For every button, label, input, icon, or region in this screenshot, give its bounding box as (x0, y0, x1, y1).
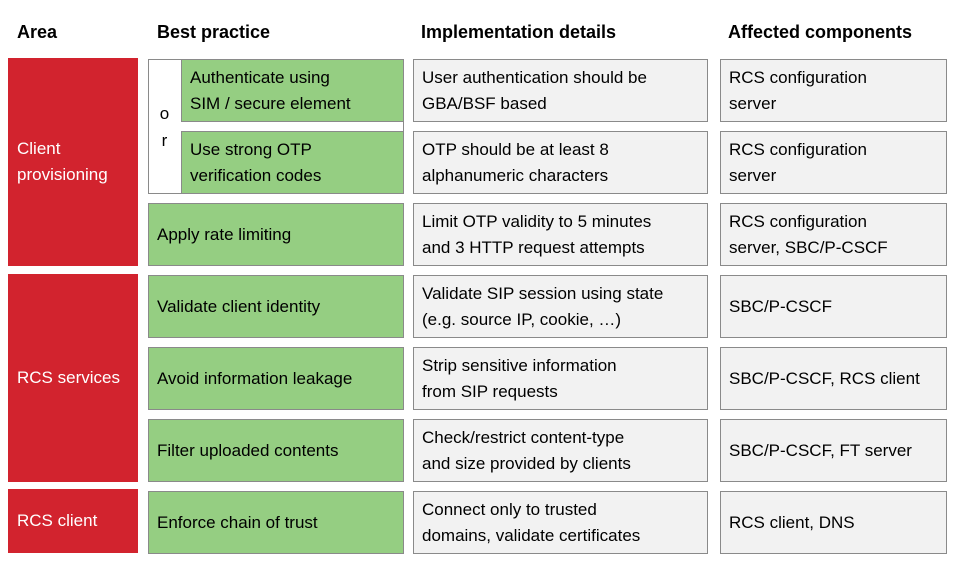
implementation-line: Check/restrict content-type (422, 427, 625, 447)
affected-line: RCS configuration (729, 139, 867, 159)
affected-line: server (729, 93, 777, 113)
practice-cell: Filter uploaded contents (148, 419, 404, 482)
or-letter: r (161, 130, 168, 150)
practice-line: Use strong OTP (190, 139, 312, 159)
practice-line: verification codes (190, 165, 322, 185)
implementation-cell: Validate SIP session using state (e.g. s… (413, 275, 708, 338)
practice-line: Avoid information leakage (157, 368, 353, 388)
implementation-line: Strip sensitive information (422, 355, 617, 375)
area-client-provisioning: Client provisioning (8, 58, 138, 266)
implementation-cell: Connect only to trusted domains, validat… (413, 491, 708, 554)
implementation-line: User authentication should be (422, 67, 647, 87)
practice-line: Apply rate limiting (157, 224, 292, 244)
header-implementation-details: Implementation details (421, 22, 617, 42)
implementation-line: Validate SIP session using state (422, 283, 664, 303)
affected-cell: SBC/P-CSCF, FT server (720, 419, 947, 482)
affected-cell: RCS configuration server (720, 131, 947, 194)
affected-line: RCS client, DNS (729, 512, 855, 532)
affected-cell: RCS configuration server, SBC/P-CSCF (720, 203, 947, 266)
practice-line: Enforce chain of trust (157, 512, 318, 532)
implementation-cell: OTP should be at least 8 alphanumeric ch… (413, 131, 708, 194)
practice-line: Validate client identity (157, 296, 321, 316)
affected-line: SBC/P-CSCF (729, 296, 832, 316)
affected-line: SBC/P-CSCF, RCS client (729, 368, 920, 388)
implementation-cell: Strip sensitive information from SIP req… (413, 347, 708, 410)
practice-cell: Apply rate limiting (148, 203, 404, 266)
implementation-line: Limit OTP validity to 5 minutes (422, 211, 652, 231)
area-label-line: provisioning (17, 165, 108, 184)
affected-cell: RCS configuration server (720, 59, 947, 122)
implementation-line: (e.g. source IP, cookie, …) (422, 309, 622, 329)
practice-line: SIM / secure element (190, 93, 351, 113)
implementation-line: GBA/BSF based (422, 93, 547, 113)
header-best-practice: Best practice (157, 22, 271, 42)
practice-cell: Authenticate using SIM / secure element (181, 59, 404, 122)
or-label: o r (148, 59, 181, 194)
implementation-line: Connect only to trusted (422, 499, 597, 519)
area-label-line: Client (17, 139, 61, 158)
implementation-cell: Check/restrict content-type and size pro… (413, 419, 708, 482)
affected-line: RCS configuration (729, 211, 867, 231)
practice-line: Authenticate using (190, 67, 330, 87)
area-rcs-client: RCS client (8, 489, 138, 553)
affected-line: RCS configuration (729, 67, 867, 87)
practice-line: Filter uploaded contents (157, 440, 339, 460)
or-letter: o (159, 103, 170, 123)
implementation-cell: Limit OTP validity to 5 minutes and 3 HT… (413, 203, 708, 266)
implementation-line: alphanumeric characters (422, 165, 609, 185)
area-rcs-services: RCS services (8, 274, 138, 482)
implementation-cell: User authentication should be GBA/BSF ba… (413, 59, 708, 122)
practice-cell: Enforce chain of trust (148, 491, 404, 554)
affected-cell: RCS client, DNS (720, 491, 947, 554)
implementation-line: from SIP requests (422, 381, 558, 401)
practice-cell: Validate client identity (148, 275, 404, 338)
header-affected-components: Affected components (728, 22, 913, 42)
implementation-line: and 3 HTTP request attempts (422, 237, 645, 257)
practice-cell: Avoid information leakage (148, 347, 404, 410)
affected-cell: SBC/P-CSCF, RCS client (720, 347, 947, 410)
area-label-line: RCS client (17, 511, 98, 530)
practice-cell: Use strong OTP verification codes (181, 131, 404, 194)
implementation-line: OTP should be at least 8 (422, 139, 609, 159)
affected-line: server (729, 165, 777, 185)
implementation-line: domains, validate certificates (422, 525, 641, 545)
affected-line: server, SBC/P-CSCF (729, 237, 888, 257)
header-area: Area (17, 22, 58, 42)
affected-cell: SBC/P-CSCF (720, 275, 947, 338)
affected-line: SBC/P-CSCF, FT server (729, 440, 912, 460)
area-label-line: RCS services (17, 368, 120, 387)
implementation-line: and size provided by clients (422, 453, 631, 473)
